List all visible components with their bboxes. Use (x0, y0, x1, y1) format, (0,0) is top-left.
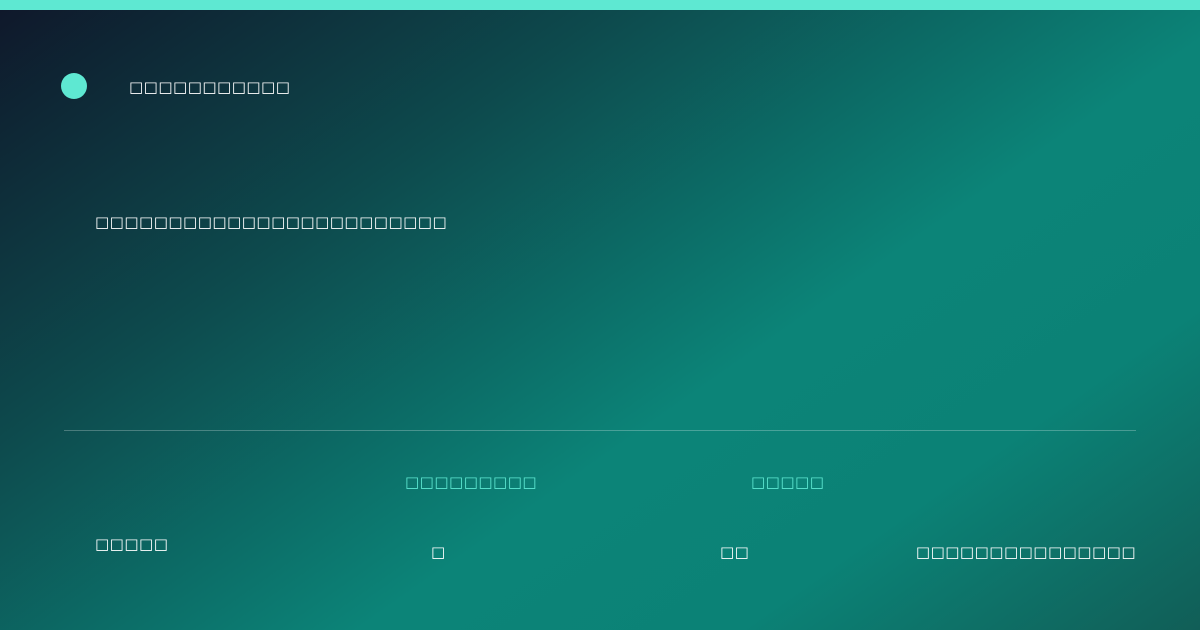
headline: □□□□□□□□□□□□□□□□□□□□□□□□ (95, 213, 448, 231)
footer-right-text: □□□□□□□□□□□□□□□ (915, 543, 1136, 561)
brand-logo-dot (61, 73, 87, 99)
stat-label-2: □□□□□ (751, 473, 825, 491)
stat-value-2: □□ (720, 543, 750, 561)
top-accent-bar (0, 0, 1200, 10)
section-divider (64, 430, 1136, 431)
brand-name: □□□□□□□□□□□ (129, 78, 291, 96)
stat-label-1: □□□□□□□□□ (405, 473, 538, 491)
stat-value-1: □ (431, 543, 446, 561)
footer-left-text: □□□□□ (95, 535, 169, 553)
